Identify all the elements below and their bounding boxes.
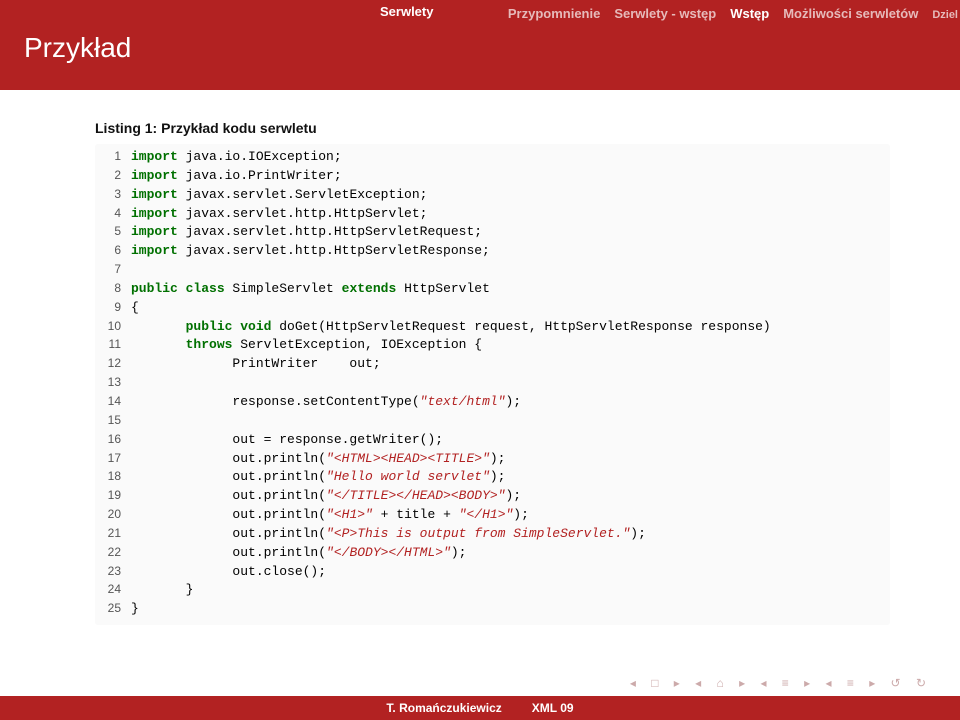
line-number: 17 bbox=[95, 450, 131, 469]
line-number: 9 bbox=[95, 299, 131, 318]
line-number: 1 bbox=[95, 148, 131, 167]
code-line: 23 out.close(); bbox=[95, 563, 884, 582]
line-number: 24 bbox=[95, 581, 131, 600]
line-number: 13 bbox=[95, 374, 131, 393]
line-number: 21 bbox=[95, 525, 131, 544]
listing-caption: Listing 1: Przykład kodu serwletu bbox=[95, 120, 890, 136]
slide-header: Serwlety Przypomnienie Serwlety - wstęp … bbox=[0, 0, 960, 90]
code-line: 21 out.println("<P>This is output from S… bbox=[95, 525, 884, 544]
code-line: 3import javax.servlet.ServletException; bbox=[95, 186, 884, 205]
code-line: 4import javax.servlet.http.HttpServlet; bbox=[95, 205, 884, 224]
code-line: 20 out.println("<H1>" + title + "</H1>")… bbox=[95, 506, 884, 525]
code-text: PrintWriter out; bbox=[131, 355, 381, 374]
code-line: 15 bbox=[95, 412, 884, 431]
code-text: response.setContentType("text/html"); bbox=[131, 393, 521, 412]
line-number: 25 bbox=[95, 600, 131, 619]
code-text: out.println("<P>This is output from Simp… bbox=[131, 525, 646, 544]
code-line: 12 PrintWriter out; bbox=[95, 355, 884, 374]
line-number: 6 bbox=[95, 242, 131, 261]
code-text: } bbox=[131, 581, 193, 600]
line-number: 7 bbox=[95, 261, 131, 280]
line-number: 10 bbox=[95, 318, 131, 337]
line-number: 5 bbox=[95, 223, 131, 242]
code-text: public void doGet(HttpServletRequest req… bbox=[131, 318, 771, 337]
code-text: out.println("<H1>" + title + "</H1>"); bbox=[131, 506, 529, 525]
code-line: 14 response.setContentType("text/html"); bbox=[95, 393, 884, 412]
nav-item[interactable]: Przypomnienie bbox=[508, 6, 600, 21]
code-text: import java.io.IOException; bbox=[131, 148, 342, 167]
line-number: 2 bbox=[95, 167, 131, 186]
code-line: 22 out.println("</BODY></HTML>"); bbox=[95, 544, 884, 563]
nav-sections: Przypomnienie Serwlety - wstęp Wstęp Moż… bbox=[508, 6, 960, 21]
line-number: 18 bbox=[95, 468, 131, 487]
code-text: throws ServletException, IOException { bbox=[131, 336, 482, 355]
line-number: 11 bbox=[95, 336, 131, 355]
line-number: 3 bbox=[95, 186, 131, 205]
code-line: 13 bbox=[95, 374, 884, 393]
code-line: 18 out.println("Hello world servlet"); bbox=[95, 468, 884, 487]
line-number: 14 bbox=[95, 393, 131, 412]
code-line: 25} bbox=[95, 600, 884, 619]
code-line: 8public class SimpleServlet extends Http… bbox=[95, 280, 884, 299]
code-text: out = response.getWriter(); bbox=[131, 431, 443, 450]
line-number: 4 bbox=[95, 205, 131, 224]
slide-content: Listing 1: Przykład kodu serwletu 1impor… bbox=[0, 90, 960, 625]
code-line: 24 } bbox=[95, 581, 884, 600]
code-line: 5import javax.servlet.http.HttpServletRe… bbox=[95, 223, 884, 242]
slide-title: Przykład bbox=[24, 32, 131, 64]
code-line: 6import javax.servlet.http.HttpServletRe… bbox=[95, 242, 884, 261]
section-current: Serwlety bbox=[380, 4, 433, 19]
line-number: 8 bbox=[95, 280, 131, 299]
beamer-nav-icons[interactable]: ◂ □ ▸ ◂ ⌂ ▸ ◂ ≡ ▸ ◂ ≡ ▸ ↺ ↻ bbox=[630, 676, 932, 690]
nav-item[interactable]: Dziel bbox=[932, 9, 958, 21]
line-number: 20 bbox=[95, 506, 131, 525]
code-line: 1import java.io.IOException; bbox=[95, 148, 884, 167]
footer-doc: XML 09 bbox=[532, 701, 574, 715]
code-text: { bbox=[131, 299, 139, 318]
code-text bbox=[131, 374, 139, 393]
footer-author: T. Romańczukiewicz bbox=[386, 701, 501, 715]
nav-item-current[interactable]: Wstęp bbox=[730, 6, 769, 21]
line-number: 12 bbox=[95, 355, 131, 374]
code-text: import javax.servlet.http.HttpServlet; bbox=[131, 205, 427, 224]
code-text bbox=[131, 412, 139, 431]
code-text: out.println("</TITLE></HEAD><BODY>"); bbox=[131, 487, 521, 506]
code-text: import javax.servlet.http.HttpServletRes… bbox=[131, 242, 490, 261]
code-text: } bbox=[131, 600, 139, 619]
code-line: 7 bbox=[95, 261, 884, 280]
code-line: 10 public void doGet(HttpServletRequest … bbox=[95, 318, 884, 337]
code-text: public class SimpleServlet extends HttpS… bbox=[131, 280, 490, 299]
code-text: out.println("Hello world servlet"); bbox=[131, 468, 505, 487]
nav-item[interactable]: Możliwości serwletów bbox=[783, 6, 918, 21]
code-listing: 1import java.io.IOException;2import java… bbox=[95, 144, 890, 625]
code-text: import javax.servlet.http.HttpServletReq… bbox=[131, 223, 482, 242]
code-line: 17 out.println("<HTML><HEAD><TITLE>"); bbox=[95, 450, 884, 469]
nav-item[interactable]: Serwlety - wstęp bbox=[614, 6, 716, 21]
code-text bbox=[131, 261, 139, 280]
code-text: out.println("<HTML><HEAD><TITLE>"); bbox=[131, 450, 505, 469]
code-text: import java.io.PrintWriter; bbox=[131, 167, 342, 186]
line-number: 15 bbox=[95, 412, 131, 431]
code-text: import javax.servlet.ServletException; bbox=[131, 186, 427, 205]
code-line: 16 out = response.getWriter(); bbox=[95, 431, 884, 450]
line-number: 19 bbox=[95, 487, 131, 506]
code-line: 9{ bbox=[95, 299, 884, 318]
slide-footer: T. Romańczukiewicz XML 09 bbox=[0, 696, 960, 720]
code-text: out.println("</BODY></HTML>"); bbox=[131, 544, 466, 563]
code-line: 19 out.println("</TITLE></HEAD><BODY>"); bbox=[95, 487, 884, 506]
code-text: out.close(); bbox=[131, 563, 326, 582]
code-line: 11 throws ServletException, IOException … bbox=[95, 336, 884, 355]
line-number: 23 bbox=[95, 563, 131, 582]
line-number: 22 bbox=[95, 544, 131, 563]
code-line: 2import java.io.PrintWriter; bbox=[95, 167, 884, 186]
line-number: 16 bbox=[95, 431, 131, 450]
